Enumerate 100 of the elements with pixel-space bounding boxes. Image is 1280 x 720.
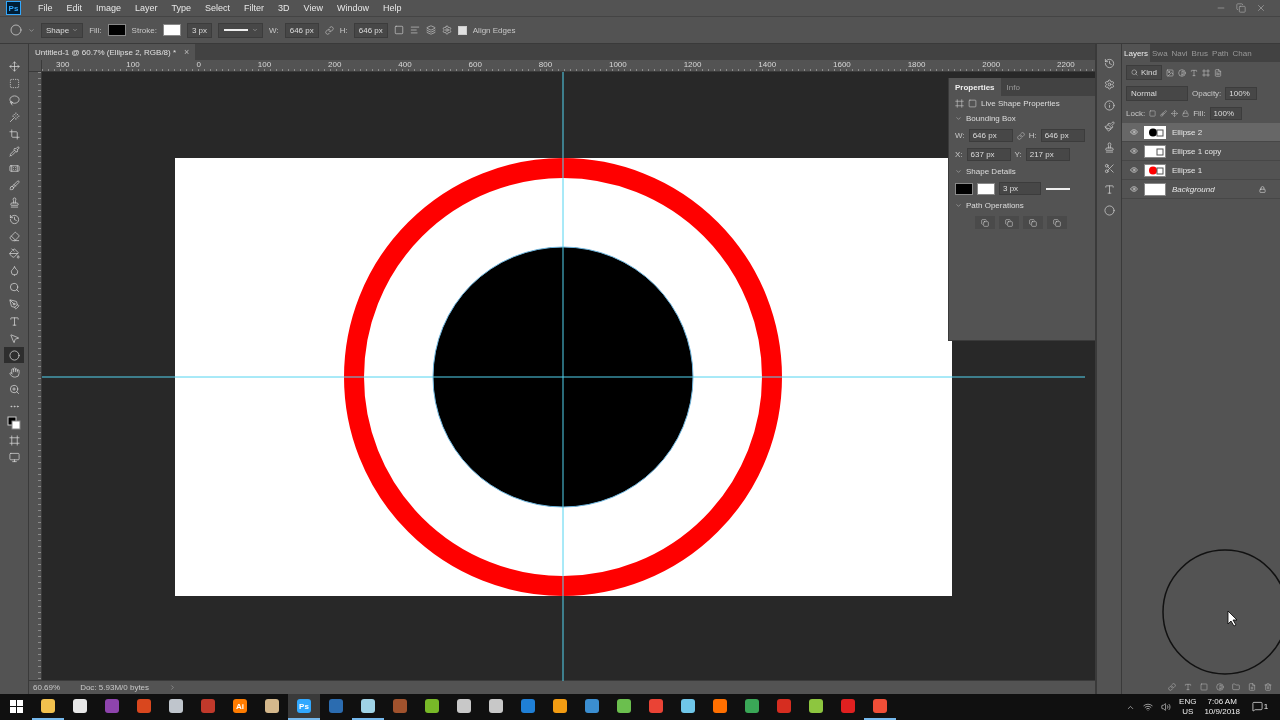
search-icon: [1131, 69, 1138, 76]
ellipse-icon: [10, 24, 22, 36]
layer-row[interactable]: Ellipse 1 copy: [1122, 142, 1280, 161]
filter-dropdown[interactable]: Kind: [1126, 65, 1162, 80]
app-icon: Ps: [297, 699, 311, 713]
panel-tab[interactable]: Layers: [1122, 44, 1150, 62]
menu-item[interactable]: Image: [89, 3, 129, 13]
align-edges-checkbox[interactable]: [457, 25, 467, 35]
y-field[interactable]: 217 px: [1025, 148, 1070, 161]
stroke-width-field[interactable]: 3 px: [999, 182, 1041, 195]
path-operation-button[interactable]: [975, 216, 995, 229]
width-field[interactable]: 646 px: [968, 129, 1013, 142]
menu-item[interactable]: Filter: [237, 3, 272, 13]
width-label: W:: [269, 25, 279, 35]
fill-swatch[interactable]: [955, 182, 973, 195]
history-icon: [1103, 58, 1115, 69]
menu-item[interactable]: Layer: [128, 3, 165, 13]
history-icon: [8, 213, 20, 225]
blend-mode-dropdown[interactable]: Normal: [1126, 86, 1188, 101]
eye-icon[interactable]: [1130, 128, 1138, 136]
link-icon: [1168, 683, 1176, 691]
contrast-icon: [1178, 68, 1186, 77]
layer-row[interactable]: Ellipse 1: [1122, 161, 1280, 180]
zoom-level: 60.69%: [33, 683, 61, 692]
eye-icon[interactable]: [1130, 166, 1138, 174]
layer-name: Ellipse 1 copy: [1172, 146, 1223, 156]
chevron-icon: [955, 168, 962, 175]
menu-item[interactable]: Select: [198, 3, 238, 13]
document-tab[interactable]: Untitled-1 @ 60.7% (Ellipse 2, RGB/8) * ×: [29, 44, 196, 60]
menu-item[interactable]: View: [296, 3, 330, 13]
message-icon: [1251, 700, 1263, 712]
move-icon: [8, 60, 20, 72]
menu-item[interactable]: Window: [329, 3, 376, 13]
width-field[interactable]: 646 px: [284, 22, 319, 38]
mode-dropdown[interactable]: Shape: [41, 22, 84, 38]
app-logo: Ps: [6, 1, 21, 15]
zoom-icon: [8, 383, 20, 395]
panel-tab[interactable]: Brus: [1189, 44, 1211, 62]
brush-icon: [1103, 121, 1115, 132]
caret-icon: [28, 26, 35, 34]
layer-thumbnail: [1144, 125, 1166, 139]
layer-row[interactable]: Background: [1122, 180, 1280, 199]
ellipse-tool[interactable]: [4, 347, 24, 363]
close-tab-button[interactable]: ×: [184, 47, 190, 57]
layer-name: Ellipse 2: [1172, 127, 1204, 137]
fill-field[interactable]: 100%: [1209, 107, 1242, 120]
fill-swatch[interactable]: [107, 24, 126, 36]
speaker-icon: [1161, 702, 1172, 712]
panel-tab[interactable]: Path: [1210, 44, 1231, 62]
stamp-icon: [1103, 142, 1115, 153]
clock[interactable]: 7:06 AM 10/9/2018: [1204, 697, 1240, 717]
chevron-icon: [955, 115, 962, 122]
menu-item[interactable]: 3D: [271, 3, 297, 13]
menu-item[interactable]: Help: [376, 3, 409, 13]
type-icon: [1103, 184, 1115, 195]
network-icon: [1143, 702, 1154, 712]
height-field[interactable]: 646 px: [1040, 129, 1085, 142]
layer-name: Ellipse 1: [1172, 165, 1204, 175]
link-icon: [324, 25, 334, 35]
menu-item[interactable]: Edit: [59, 3, 90, 13]
path-operation-button[interactable]: [1023, 216, 1043, 229]
stroke-label: Stroke:: [131, 25, 157, 35]
frame-icon: [955, 99, 964, 108]
caret-icon: [252, 27, 259, 33]
panel-tab[interactable]: Info: [1000, 78, 1026, 96]
layer-row[interactable]: Ellipse 2: [1122, 123, 1280, 142]
panel-tab[interactable]: Properties: [949, 78, 1001, 96]
document-size: Doc: 5.93M/0 bytes: [80, 683, 150, 692]
stroke-width-field[interactable]: 3 px: [186, 22, 213, 38]
language-indicator[interactable]: ENG US: [1179, 697, 1197, 717]
height-field[interactable]: 646 px: [353, 22, 388, 38]
pointer-icon: [8, 332, 20, 344]
path-operation-button[interactable]: [999, 216, 1019, 229]
menu-item[interactable]: Type: [164, 3, 199, 13]
trash-icon: [1264, 683, 1272, 691]
opacity-field[interactable]: 100%: [1225, 87, 1258, 100]
panel-tab[interactable]: Swa: [1150, 44, 1170, 62]
stroke-style-dropdown[interactable]: [218, 22, 264, 38]
chevron-icon: [955, 202, 962, 209]
gear-icon: [1103, 79, 1115, 90]
notifications-button[interactable]: 1: [1248, 694, 1272, 720]
link-icon: [1016, 131, 1025, 140]
x-field[interactable]: 637 px: [966, 148, 1011, 161]
panel-tab[interactable]: Navi: [1169, 44, 1190, 62]
eye-icon[interactable]: [1130, 147, 1138, 155]
type-icon: [8, 315, 20, 327]
frame-icon: [8, 434, 20, 446]
lock-label: Lock:: [1126, 109, 1146, 118]
stroke-swatch[interactable]: [977, 182, 995, 195]
panel-tab[interactable]: Chan: [1230, 44, 1254, 62]
brush-icon: [1160, 110, 1168, 117]
fill-label: Fill:: [1193, 109, 1206, 118]
stroke-swatch[interactable]: [162, 24, 181, 36]
path-operation-button[interactable]: [1047, 216, 1067, 229]
menu-item[interactable]: File: [31, 3, 60, 13]
eye-icon[interactable]: [1130, 185, 1138, 193]
restore-icon: [1236, 3, 1246, 13]
w-label: W:: [955, 131, 965, 140]
color-swatches[interactable]: [4, 415, 24, 431]
type-icon: [1190, 68, 1198, 77]
